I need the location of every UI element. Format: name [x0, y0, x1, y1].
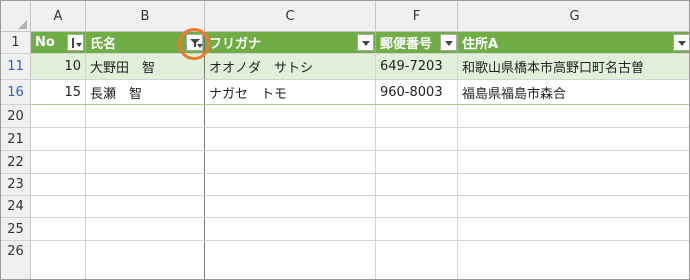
empty-cell[interactable] — [376, 218, 458, 240]
cell-no[interactable]: 10 — [31, 54, 86, 79]
table-row: 15 長瀬 智 ナガセ トモ 960-8003 福島県福島市森合 — [31, 80, 689, 105]
header-cell-postal[interactable]: 郵便番号 — [376, 32, 458, 53]
header-no-label: No — [35, 35, 55, 50]
empty-cell[interactable] — [458, 241, 689, 279]
empty-cell[interactable] — [31, 218, 86, 240]
empty-row — [31, 218, 689, 241]
row-header-1[interactable]: 1 — [1, 32, 31, 54]
empty-cell[interactable] — [31, 128, 86, 150]
empty-cell[interactable] — [205, 128, 376, 150]
empty-row — [31, 174, 689, 196]
empty-cell[interactable] — [31, 196, 86, 217]
header-name-label: 氏名 — [90, 37, 117, 52]
empty-cell[interactable] — [458, 105, 689, 127]
empty-row — [31, 196, 689, 218]
empty-cell[interactable] — [31, 241, 86, 279]
empty-cell[interactable] — [458, 218, 689, 240]
empty-cell[interactable] — [205, 241, 376, 279]
select-all-button[interactable] — [1, 1, 31, 32]
cell-postal[interactable]: 649-7203 — [376, 54, 458, 79]
row-header-20[interactable]: 20 — [1, 105, 31, 128]
row-header-16[interactable]: 16 — [1, 80, 31, 105]
select-all-triangle-icon — [18, 20, 27, 29]
empty-cell[interactable] — [31, 151, 86, 173]
header-cell-no[interactable]: No — [31, 32, 86, 53]
row-header-11[interactable]: 11 — [1, 54, 31, 80]
column-header-row: A B C F G — [1, 1, 689, 32]
empty-row — [31, 128, 689, 151]
table-row: 10 大野田 智 オオノダ サトシ 649-7203 和歌山県橋本市高野口町名古… — [31, 54, 689, 80]
cell-address[interactable]: 福島県福島市森合 — [458, 80, 689, 104]
empty-cell[interactable] — [86, 128, 205, 150]
row-header-21[interactable]: 21 — [1, 128, 31, 151]
header-cell-furigana[interactable]: フリガナ — [205, 32, 376, 53]
column-header-g[interactable]: G — [458, 1, 689, 32]
cell-address[interactable]: 和歌山県橋本市高野口町名古曽 — [458, 54, 689, 79]
row-header-22[interactable]: 22 — [1, 151, 31, 174]
row-header-25[interactable]: 25 — [1, 218, 31, 241]
row-header-24[interactable]: 24 — [1, 196, 31, 218]
highlight-circle — [178, 28, 210, 60]
empty-cell[interactable] — [86, 218, 205, 240]
empty-cell[interactable] — [31, 174, 86, 195]
empty-cell[interactable] — [205, 174, 376, 195]
empty-cell[interactable] — [376, 128, 458, 150]
table-header-row: No 氏名 フリガナ 郵便番号 住所A — [31, 32, 689, 54]
column-header-a[interactable]: A — [31, 1, 86, 32]
header-furigana-label: フリガナ — [209, 37, 262, 52]
header-address-label: 住所A — [462, 37, 499, 52]
empty-row — [31, 105, 689, 128]
row-header-23[interactable]: 23 — [1, 174, 31, 196]
empty-row — [31, 241, 689, 279]
cell-name[interactable]: 長瀬 智 — [86, 80, 205, 104]
empty-cell[interactable] — [376, 196, 458, 217]
cell-furigana[interactable]: オオノダ サトシ — [205, 54, 376, 79]
empty-cell[interactable] — [86, 105, 205, 127]
cell-no[interactable]: 15 — [31, 80, 86, 104]
empty-cell[interactable] — [205, 151, 376, 173]
dropdown-arrow-icon[interactable] — [673, 34, 689, 51]
empty-cell[interactable] — [86, 174, 205, 195]
empty-cell[interactable] — [458, 196, 689, 217]
empty-cell[interactable] — [86, 196, 205, 217]
header-postal-label: 郵便番号 — [380, 37, 433, 52]
empty-cell[interactable] — [205, 218, 376, 240]
header-cell-address[interactable]: 住所A — [458, 32, 689, 53]
cell-furigana[interactable]: ナガセ トモ — [205, 80, 376, 104]
empty-cell[interactable] — [458, 174, 689, 195]
empty-cell[interactable] — [458, 128, 689, 150]
empty-cell[interactable] — [376, 241, 458, 279]
column-header-b[interactable]: B — [86, 1, 205, 32]
spreadsheet: A B C F G 1 11 16 20 21 22 23 24 25 26 N… — [0, 0, 690, 280]
empty-cell[interactable] — [458, 151, 689, 173]
row-header-26[interactable]: 26 — [1, 241, 31, 279]
empty-cell[interactable] — [376, 174, 458, 195]
empty-cell[interactable] — [86, 241, 205, 279]
sort-dropdown-icon[interactable] — [67, 34, 84, 51]
empty-cell[interactable] — [376, 105, 458, 127]
empty-cell[interactable] — [205, 196, 376, 217]
column-header-f[interactable]: F — [376, 1, 458, 32]
column-header-c[interactable]: C — [205, 1, 376, 32]
empty-cell[interactable] — [86, 151, 205, 173]
empty-cell[interactable] — [376, 151, 458, 173]
dropdown-arrow-icon[interactable] — [440, 34, 457, 51]
dropdown-arrow-icon[interactable] — [357, 34, 374, 51]
cell-postal[interactable]: 960-8003 — [376, 80, 458, 104]
empty-row — [31, 151, 689, 174]
empty-cell[interactable] — [31, 105, 86, 127]
empty-cell[interactable] — [205, 105, 376, 127]
